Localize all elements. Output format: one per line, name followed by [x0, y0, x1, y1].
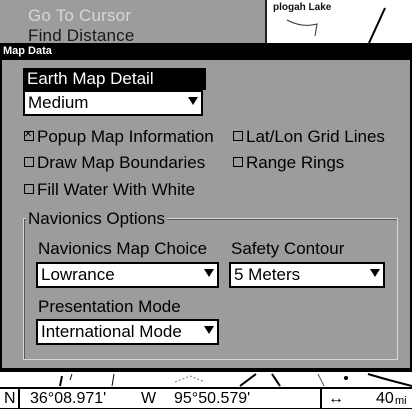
- safety-contour-label: Safety Contour: [231, 239, 345, 258]
- checkbox-icon: [24, 156, 34, 167]
- chevron-down-icon: [188, 97, 198, 105]
- presentation-mode-label: Presentation Mode: [38, 297, 181, 316]
- status-bar: N 36°08.971' W 95°50.579' ↔ 40 mi: [0, 387, 412, 409]
- navionics-map-choice-label: Navionics Map Choice: [38, 239, 208, 258]
- checkbox-range-rings[interactable]: Range Rings: [233, 153, 344, 173]
- earth-map-detail-value: Medium: [28, 93, 89, 112]
- checkbox-checked-icon: [24, 128, 34, 142]
- checkbox-icon: [24, 183, 34, 194]
- latitude-hemisphere: N: [4, 390, 16, 407]
- navionics-map-choice-select[interactable]: Lowrance: [36, 262, 219, 288]
- chevron-down-icon: [204, 326, 214, 334]
- checkbox-label: Popup Map Information: [37, 127, 214, 146]
- checkbox-draw-map-boundaries[interactable]: Draw Map Boundaries: [24, 153, 205, 173]
- range-unit: mi: [395, 395, 407, 407]
- checkbox-icon: [233, 156, 243, 167]
- map-data-dialog: Earth Map Detail Medium Popup Map Inform…: [0, 60, 412, 370]
- checkbox-label: Draw Map Boundaries: [37, 153, 206, 172]
- earth-map-detail-header: Earth Map Detail: [23, 68, 206, 90]
- dialog-title-bar: Map Data: [0, 43, 412, 60]
- map-strip-lines: [59, 373, 412, 387]
- checkbox-fill-water-with-white[interactable]: Fill Water With White: [24, 180, 195, 200]
- checkbox-lat-lon-grid-lines[interactable]: Lat/Lon Grid Lines: [233, 127, 385, 147]
- checkbox-label: Fill Water With White: [37, 180, 196, 199]
- chevron-down-icon: [370, 269, 380, 277]
- status-divider: [320, 389, 322, 409]
- longitude-value: 95°50.579': [174, 390, 251, 407]
- latitude-value: 36°08.971': [30, 390, 107, 407]
- checkbox-icon: [233, 130, 243, 141]
- checkbox-label: Range Rings: [246, 153, 345, 172]
- background-menu: Go To Cursor Find Distance: [0, 0, 265, 45]
- range-value: 40: [376, 390, 394, 407]
- map-strip: [0, 370, 412, 387]
- menu-item-go-to-cursor[interactable]: Go To Cursor: [28, 6, 131, 26]
- dialog-title: Map Data: [3, 45, 52, 57]
- checkbox-popup-map-information[interactable]: Popup Map Information: [24, 127, 214, 147]
- status-divider: [18, 389, 20, 409]
- presentation-mode-select[interactable]: International Mode: [36, 319, 219, 345]
- screen: Go To Cursor Find Distance plogah Lake M…: [0, 0, 412, 409]
- range-arrows-icon: ↔: [328, 390, 344, 407]
- longitude-hemisphere: W: [141, 390, 157, 407]
- background-map-preview: plogah Lake: [265, 0, 412, 43]
- checkbox-label: Lat/Lon Grid Lines: [246, 127, 385, 146]
- safety-contour-value: 5 Meters: [234, 265, 301, 284]
- navionics-options-title: Navionics Options: [26, 209, 168, 229]
- presentation-mode-value: International Mode: [41, 322, 182, 341]
- safety-contour-select[interactable]: 5 Meters: [229, 262, 385, 288]
- navionics-map-choice-value: Lowrance: [41, 265, 115, 284]
- chevron-down-icon: [204, 269, 214, 277]
- map-lines: [286, 7, 386, 43]
- earth-map-detail-select[interactable]: Medium: [23, 90, 203, 116]
